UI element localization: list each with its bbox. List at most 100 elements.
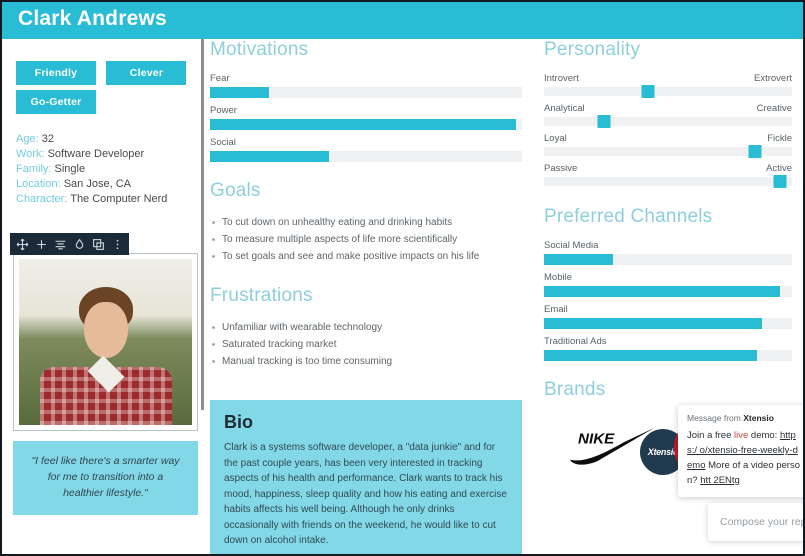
frustrations-list: Unfamiliar with wearable technology Satu…	[210, 319, 522, 370]
motivations-title: Motivations	[210, 39, 309, 60]
fact-key-character: Character:	[16, 193, 68, 205]
personality-right-label: Active	[766, 163, 792, 174]
fact-row-location: Location: San Jose, CA	[16, 177, 201, 192]
channel-label-email: Email	[544, 304, 568, 315]
chat-line1-post: demo:	[748, 430, 780, 441]
fact-row-work: Work: Software Developer	[16, 147, 201, 162]
channel-fill-email	[544, 318, 763, 329]
goals-list: To cut down on unhealthy eating and drin…	[210, 214, 522, 265]
channel-track-social-media[interactable]	[544, 254, 792, 265]
persona-page: Clark Andrews Friendly Clever Go-Getter …	[0, 0, 805, 556]
fact-row-age: Age: 32	[16, 132, 201, 147]
goals-title: Goals	[210, 180, 261, 201]
motivation-track-power[interactable]	[210, 119, 522, 130]
personality-knob-3[interactable]	[773, 175, 787, 188]
personality-left-label: Introvert	[544, 73, 579, 84]
chat-message-body: Join a free live demo: https:/ o/xtensio…	[687, 428, 801, 488]
chat-line1-pre: Join a free	[687, 430, 734, 441]
brands-title: Brands	[544, 379, 606, 400]
motivation-fill-social	[210, 151, 329, 162]
personality-right-label: Creative	[756, 103, 792, 114]
motivations-section: Motivations Fear Power Social	[210, 39, 522, 162]
sidebar: Friendly Clever Go-Getter Age: 32 Work: …	[2, 39, 202, 554]
svg-text:NIKE: NIKE	[578, 431, 615, 448]
motivation-label-social: Social	[210, 137, 236, 148]
motivation-label-power: Power	[210, 105, 237, 116]
trait-tag-list: Friendly Clever Go-Getter	[16, 61, 196, 119]
frustration-item: Saturated tracking market	[210, 336, 522, 353]
motivation-fill-fear	[210, 87, 270, 98]
personality-left-label: Analytical	[544, 103, 585, 114]
goals-section: Goals To cut down on unhealthy eating an…	[210, 180, 522, 265]
personality-track-0[interactable]	[544, 85, 792, 98]
column-divider[interactable]	[201, 39, 204, 410]
personality-track-3[interactable]	[544, 175, 792, 188]
channel-track-mobile[interactable]	[544, 286, 792, 297]
trait-tag-friendly[interactable]: Friendly	[16, 61, 96, 85]
personality-knob-1[interactable]	[597, 115, 611, 128]
fact-value-family: Single	[54, 163, 86, 175]
channel-label-social-media: Social Media	[544, 240, 599, 251]
personality-knob-2[interactable]	[748, 145, 762, 158]
channel-label-traditional-ads: Traditional Ads	[544, 336, 607, 347]
motivation-track-social[interactable]	[210, 151, 522, 162]
chat-video-link[interactable]: htt 2ENtg	[700, 475, 740, 486]
photo-face	[83, 302, 128, 359]
goal-item: To set goals and see and make positive i…	[210, 248, 522, 265]
chat-message-popup[interactable]: Message from Xtensio Join a free live de…	[678, 405, 803, 497]
chat-compose-input[interactable]: Compose your reply	[708, 503, 803, 541]
fact-key-age: Age:	[16, 133, 39, 145]
channel-track-traditional-ads[interactable]	[544, 350, 792, 361]
fact-row-character: Character: The Computer Nerd	[16, 192, 201, 207]
personality-track-2[interactable]	[544, 145, 792, 158]
goal-item: To cut down on unhealthy eating and drin…	[210, 214, 522, 231]
persona-photo-frame[interactable]	[13, 253, 198, 431]
personality-head-0: Introvert Extrovert	[544, 73, 792, 84]
fact-value-character: The Computer Nerd	[70, 193, 168, 205]
fact-value-location: San Jose, CA	[63, 178, 131, 190]
page-title: Clark Andrews	[18, 7, 167, 30]
fact-row-family: Family: Single	[16, 162, 201, 177]
personality-left-label: Passive	[544, 163, 578, 174]
chat-line1-highlight: live	[734, 430, 749, 441]
duplicate-icon[interactable]	[89, 233, 108, 255]
channel-fill-traditional-ads	[544, 350, 758, 361]
trait-tag-go-getter[interactable]: Go-Getter	[16, 90, 96, 114]
more-vertical-icon[interactable]	[108, 233, 127, 255]
bio-title: Bio	[224, 412, 253, 432]
plus-icon[interactable]	[32, 233, 51, 255]
droplet-icon[interactable]	[70, 233, 89, 255]
persona-quote: "I feel like there's a smarter way for m…	[13, 441, 198, 515]
personality-title: Personality	[544, 39, 641, 60]
personality-head-2: Loyal Fickle	[544, 133, 792, 144]
page-header: Clark Andrews	[2, 2, 803, 39]
bio-card[interactable]: Bio Clark is a systems software develope…	[210, 400, 522, 554]
goal-item: To measure multiple aspects of life more…	[210, 231, 522, 248]
frustrations-title: Frustrations	[210, 285, 313, 306]
fact-value-work: Software Developer	[47, 148, 145, 160]
channel-fill-social-media	[544, 254, 614, 265]
channels-section: Preferred Channels Social Media Mobile E…	[544, 206, 792, 361]
element-toolbar[interactable]	[10, 233, 129, 255]
channel-track-email[interactable]	[544, 318, 792, 329]
align-icon[interactable]	[51, 233, 70, 255]
frustrations-section: Frustrations Unfamiliar with wearable te…	[210, 285, 522, 370]
persona-photo	[19, 259, 192, 425]
bio-text: Clark is a systems software developer, a…	[224, 442, 507, 546]
personality-track-1[interactable]	[544, 115, 792, 128]
fact-key-family: Family:	[16, 163, 52, 175]
motivation-track-fear[interactable]	[210, 87, 522, 98]
personality-left-label: Loyal	[544, 133, 567, 144]
personality-knob-0[interactable]	[641, 85, 655, 98]
frustration-item: Unfamiliar with wearable technology	[210, 319, 522, 336]
persona-facts: Age: 32 Work: Software Developer Family:…	[16, 132, 201, 207]
trait-tag-clever[interactable]: Clever	[106, 61, 187, 85]
personality-right-label: Fickle	[767, 133, 792, 144]
motivation-label-fear: Fear	[210, 73, 230, 84]
chat-from-prefix: Message from	[687, 413, 741, 423]
middle-column: Motivations Fear Power Social Goals To c…	[210, 39, 522, 370]
channel-fill-mobile	[544, 286, 780, 297]
move-icon[interactable]	[13, 233, 32, 255]
personality-right-label: Extrovert	[753, 73, 792, 84]
fact-key-work: Work:	[16, 148, 45, 160]
